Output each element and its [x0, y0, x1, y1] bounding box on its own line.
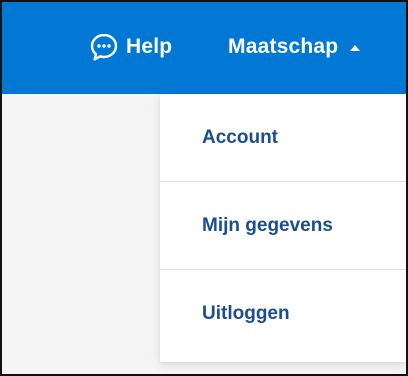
- chat-bubble-icon: [88, 31, 120, 63]
- menu-item-mijn-gegevens[interactable]: Mijn gegevens: [160, 182, 406, 270]
- top-navigation-bar: Help Maatschap: [2, 2, 406, 94]
- menu-item-uitloggen[interactable]: Uitloggen: [160, 270, 406, 358]
- menu-item-account[interactable]: Account: [160, 94, 406, 182]
- help-label: Help: [126, 35, 173, 58]
- caret-up-icon: [350, 44, 361, 51]
- help-button[interactable]: Help: [88, 27, 172, 67]
- account-menu-toggle[interactable]: Maatschap: [228, 27, 361, 67]
- account-menu-label: Maatschap: [228, 35, 339, 58]
- screen-frame: Help Maatschap Account Mijn gegevens Uit…: [0, 0, 408, 376]
- account-dropdown-menu: Account Mijn gegevens Uitloggen: [160, 94, 406, 362]
